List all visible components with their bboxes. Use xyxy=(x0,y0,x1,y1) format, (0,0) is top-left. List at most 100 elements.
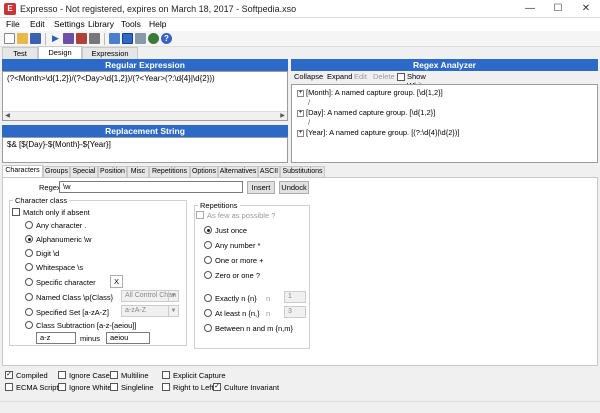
radio-specified-set[interactable] xyxy=(25,308,33,316)
multiline-label: Multiline xyxy=(121,371,149,380)
ignore-case-checkbox[interactable] xyxy=(58,371,66,379)
explicit-capture-checkbox[interactable] xyxy=(162,371,170,379)
radio-exactly-n[interactable] xyxy=(204,294,212,302)
tab-special[interactable]: Special xyxy=(70,166,98,177)
culture-invariant-checkbox[interactable]: ✓ xyxy=(213,383,221,391)
menu-library[interactable]: Library xyxy=(88,19,114,29)
expand-button[interactable]: Expand xyxy=(327,72,352,81)
replace-icon[interactable] xyxy=(76,33,87,44)
regex-editor[interactable]: (?<Month>\d{1,2})/(?<Day>\d{1,2})/(?<Yea… xyxy=(2,71,288,121)
close-icon[interactable]: ✕ xyxy=(572,0,600,18)
radio-zero-or-one[interactable] xyxy=(204,271,212,279)
tree-node-label: [Month]: A named capture group. [\d{1,2}… xyxy=(306,88,443,97)
menu-edit[interactable]: Edit xyxy=(30,19,45,29)
run-icon[interactable]: ▶ xyxy=(50,33,61,44)
menu-file[interactable]: File xyxy=(6,19,20,29)
design-icon[interactable] xyxy=(122,33,133,44)
radio-alphanumeric[interactable] xyxy=(25,235,33,243)
radio-any-number[interactable] xyxy=(204,241,212,249)
replacement-editor[interactable]: $& [${Day}-${Month}-${Year}] xyxy=(2,137,288,163)
replacement-text[interactable]: $& [${Day}-${Month}-${Year}] xyxy=(3,138,287,151)
specific-character-input[interactable]: X xyxy=(110,275,123,288)
help-icon[interactable]: ? xyxy=(161,33,172,44)
menu-tools[interactable]: Tools xyxy=(121,19,141,29)
tab-misc[interactable]: Misc xyxy=(127,166,149,177)
radio-one-or-more[interactable] xyxy=(204,256,212,264)
settings-icon[interactable] xyxy=(148,33,159,44)
radio-between-n-m[interactable] xyxy=(204,324,212,332)
view-icon[interactable] xyxy=(135,33,146,44)
expand-icon[interactable]: + xyxy=(297,89,304,97)
expand-icon[interactable]: + xyxy=(297,129,304,137)
subtraction-from-input[interactable]: a-z xyxy=(36,332,76,344)
regex-scrollbar[interactable]: ◀ ▶ xyxy=(3,111,287,120)
minimize-icon[interactable]: — xyxy=(516,0,544,18)
subtraction-remove-input[interactable]: aeiou xyxy=(106,332,150,344)
radio-class-subtraction-label: Class Subtraction [a-z-[aeiou]] xyxy=(36,321,137,330)
save-icon[interactable] xyxy=(30,33,41,44)
tree-node-slash[interactable]: / xyxy=(308,118,310,127)
radio-at-least-n[interactable] xyxy=(204,309,212,317)
ignore-white-checkbox[interactable] xyxy=(58,383,66,391)
radio-named-class[interactable] xyxy=(25,293,33,301)
tree-node-year[interactable]: + [Year]: A named capture group. [(?:\d{4… xyxy=(297,128,459,137)
radio-class-subtraction[interactable] xyxy=(25,321,33,329)
library-icon[interactable] xyxy=(109,33,120,44)
n-label: n xyxy=(266,294,271,303)
ecma-script-checkbox[interactable] xyxy=(5,383,13,391)
test-icon[interactable] xyxy=(63,33,74,44)
tree-node-month[interactable]: + [Month]: A named capture group. [\d{1,2… xyxy=(297,88,443,97)
multiline-checkbox[interactable] xyxy=(110,371,118,379)
as-few-as-possible-checkbox[interactable] xyxy=(196,211,204,219)
menu-bar: File Edit Settings Library Tools Help xyxy=(0,18,600,31)
singleline-checkbox[interactable] xyxy=(110,383,118,391)
delete-button[interactable]: Delete xyxy=(373,72,395,81)
radio-digit[interactable] xyxy=(25,249,33,257)
tab-test-mode[interactable]: Test Mode xyxy=(2,47,38,69)
regex-text[interactable]: (?<Month>\d{1,2})/(?<Day>\d{1,2})/(?<Yea… xyxy=(3,72,287,85)
menu-help[interactable]: Help xyxy=(149,19,166,29)
status-bar xyxy=(0,401,600,413)
tree-node-day[interactable]: + [Day]: A named capture group. [\d{1,2}] xyxy=(297,108,435,117)
named-class-select[interactable]: All Control Chan ▼ xyxy=(121,290,179,302)
compiled-checkbox[interactable]: ✓ xyxy=(5,371,13,379)
maximize-icon[interactable]: ☐ xyxy=(544,0,572,18)
specified-set-value: a-zA-Z xyxy=(125,307,146,314)
tab-position[interactable]: Position xyxy=(98,166,127,177)
insert-button[interactable]: Insert xyxy=(247,181,275,194)
radio-just-once[interactable] xyxy=(204,226,212,234)
window-title: Expresso - Not registered, expires on Ma… xyxy=(20,4,297,14)
tree-node-slash[interactable]: / xyxy=(308,98,310,107)
tab-options[interactable]: Options xyxy=(190,166,218,177)
radio-whitespace[interactable] xyxy=(25,263,33,271)
tree-node-label: [Year]: A named capture group. [(?:\d{4}… xyxy=(306,128,460,137)
edit-button[interactable]: Edit xyxy=(354,72,367,81)
menu-settings[interactable]: Settings xyxy=(54,19,85,29)
clear-icon[interactable] xyxy=(89,33,100,44)
expand-icon[interactable]: + xyxy=(297,109,304,117)
specified-set-select[interactable]: a-zA-Z ▼ xyxy=(121,305,179,317)
new-icon[interactable] xyxy=(4,33,15,44)
match-only-if-absent-checkbox[interactable] xyxy=(12,208,20,216)
collapse-button[interactable]: Collapse xyxy=(294,72,323,81)
radio-specific-character[interactable] xyxy=(25,278,33,286)
tab-ascii[interactable]: ASCII xyxy=(258,166,280,177)
analyzer-header: Regex Analyzer xyxy=(291,59,598,71)
tab-alternatives[interactable]: Alternatives xyxy=(218,166,258,177)
show-whitespace-toggle[interactable]: Show Whitespace xyxy=(397,72,446,90)
tab-expression-library[interactable]: Expression Library xyxy=(82,47,138,69)
open-icon[interactable] xyxy=(17,33,28,44)
tab-groups[interactable]: Groups xyxy=(43,166,70,177)
radio-any-character[interactable] xyxy=(25,221,33,229)
builder-regex-input[interactable]: \w xyxy=(59,181,243,193)
exactly-n-spinner[interactable]: 1 xyxy=(284,291,306,303)
at-least-n-spinner[interactable]: 3 xyxy=(284,306,306,318)
repetitions-title: Repetitions xyxy=(198,201,240,210)
right-to-left-checkbox[interactable] xyxy=(162,383,170,391)
tab-repetitions[interactable]: Repetitions xyxy=(149,166,190,177)
tab-substitutions[interactable]: Substitutions xyxy=(280,166,325,177)
undock-button[interactable]: Undock xyxy=(279,181,309,194)
analyzer-tree[interactable]: + [Month]: A named capture group. [\d{1,2… xyxy=(291,84,598,163)
tab-characters[interactable]: Characters xyxy=(2,165,43,177)
tab-design-mode[interactable]: Design Mode xyxy=(38,46,82,68)
